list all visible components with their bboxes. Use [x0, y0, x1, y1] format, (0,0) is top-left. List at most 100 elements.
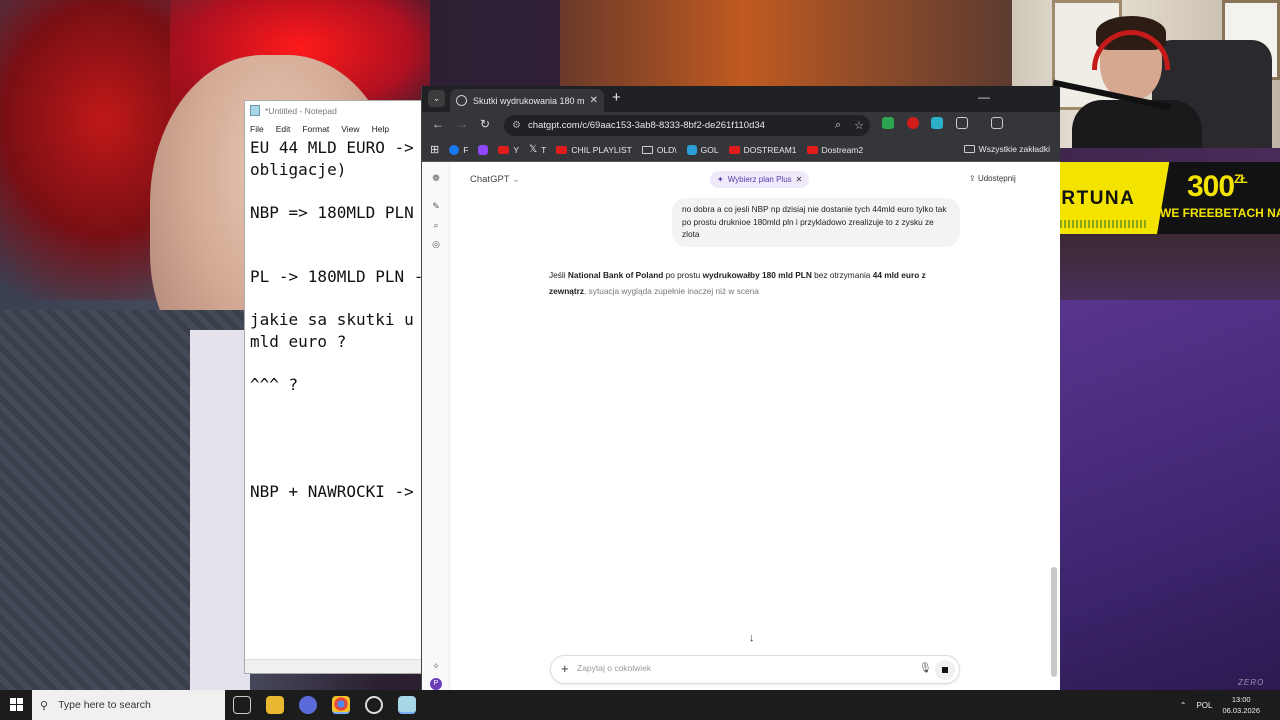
taskbar-search[interactable]: ⚲ Type here to search — [32, 690, 225, 720]
notepad-taskbar-icon[interactable] — [398, 696, 416, 714]
task-view-icon[interactable] — [233, 696, 251, 714]
clock-time: 13:00 — [1231, 695, 1251, 704]
notepad-titlebar[interactable]: *Untitled - Notepad — [245, 101, 423, 120]
chevron-down-icon: ⌄ — [512, 174, 521, 185]
upgrade-plan-button[interactable]: ✦ Wybierz plan Plus ✕ — [710, 171, 810, 188]
tab-chatgpt[interactable]: Skutki wydrukowania 180 mld z ✕ — [450, 89, 604, 112]
translate-extension-icon[interactable] — [931, 117, 943, 129]
bookmark-chil-playlist[interactable]: CHIL PLAYLIST — [556, 145, 632, 155]
search-icon[interactable]: ⌕ — [430, 219, 442, 231]
bookmark-twitch[interactable] — [478, 144, 489, 155]
promo-text: WE FREEBETACH NA STAR — [1160, 206, 1280, 220]
bookmark-dostream1[interactable]: DOSTREAM1 — [728, 145, 797, 155]
bookmark-folder-old[interactable]: OLD\ — [641, 145, 677, 155]
discord-icon[interactable] — [299, 696, 317, 714]
reload-icon[interactable]: ↻ — [480, 117, 490, 131]
close-icon[interactable]: ✕ — [796, 175, 803, 184]
minimize-button[interactable]: — — [978, 90, 990, 104]
reading-list-icon[interactable] — [991, 117, 1003, 129]
bookmark-star-icon[interactable]: ☆ — [854, 119, 864, 132]
youtube-icon — [806, 145, 818, 154]
chevron-up-icon[interactable]: ⌃ — [1180, 701, 1187, 710]
notepad-icon — [250, 105, 260, 116]
assistant-message: Jeśli National Bank of Poland po prostu … — [549, 270, 926, 296]
host-suit — [1058, 300, 1280, 690]
menu-file[interactable]: File — [250, 124, 264, 134]
language-indicator[interactable]: POL — [1196, 701, 1212, 710]
bookmark-y[interactable]: Y — [498, 145, 519, 155]
stop-generating-button[interactable] — [935, 660, 955, 680]
close-tab-icon[interactable]: ✕ — [590, 95, 598, 106]
host-background — [1058, 230, 1280, 310]
chatgpt-favicon-icon — [456, 95, 467, 106]
extensions-puzzle-icon[interactable] — [956, 117, 968, 129]
chat-input[interactable] — [577, 663, 877, 673]
windows-start-icon[interactable] — [10, 698, 23, 711]
system-tray: ⌃ POL 13:00 06.03.2026 — [1180, 690, 1280, 720]
chatgpt-sidebar-rail: ❁ ✎ ⌕ ◎ ✧ P — [422, 162, 450, 692]
facebook-icon — [449, 144, 460, 155]
bookmark-f[interactable]: F — [449, 144, 468, 155]
openai-logo-icon[interactable]: ❁ — [430, 172, 442, 184]
bookmark-gol[interactable]: GOL — [686, 144, 719, 155]
attach-plus-icon[interactable]: + — [561, 661, 569, 676]
back-icon[interactable]: ← — [432, 117, 444, 131]
avatar[interactable]: P — [430, 678, 442, 690]
menu-format[interactable]: Format — [302, 124, 329, 134]
youtube-icon — [728, 145, 740, 154]
record-extension-icon[interactable] — [907, 117, 919, 129]
scroll-down-arrow-icon[interactable]: ↓ — [749, 632, 755, 644]
page-scrollbar[interactable] — [1051, 567, 1057, 677]
apps-grid-icon[interactable]: ⊞ — [430, 143, 439, 156]
user-message: no dobra a co jesli NBP np dzisiaj nie d… — [672, 198, 960, 247]
search-icon: ⚲ — [40, 699, 49, 712]
notepad-text-area[interactable]: EU 44 MLD EURO -> obligacje) NBP => 180M… — [245, 137, 423, 503]
model-selector[interactable]: ChatGPT ⌄ — [470, 174, 520, 185]
menu-edit[interactable]: Edit — [276, 124, 291, 134]
zoom-icon[interactable]: ⌕ — [835, 119, 841, 132]
browser-window: ⌄ Skutki wydrukowania 180 mld z ✕ + — ← … — [421, 86, 1060, 692]
folder-icon — [963, 145, 975, 153]
streamer-body — [1072, 100, 1202, 148]
notepad-window: *Untitled - Notepad File Edit Format Vie… — [244, 100, 424, 674]
sponsor-banner: FORTUNA 300ZŁ WE FREEBETACH NA STAR — [1022, 162, 1280, 234]
tab-strip: ⌄ Skutki wydrukowania 180 mld z ✕ + — — [422, 86, 1060, 112]
twitch-icon — [478, 144, 489, 155]
shield-extension-icon[interactable] — [882, 117, 894, 129]
url-text[interactable]: chatgpt.com/c/69aac153-3ab8-8333-8bf2-de… — [528, 120, 828, 131]
library-icon[interactable]: ◎ — [430, 238, 442, 250]
youtube-icon — [498, 145, 510, 154]
microphone-icon[interactable]: 🎙 — [919, 663, 932, 674]
file-explorer-icon[interactable] — [266, 696, 284, 714]
forward-icon[interactable]: → — [456, 117, 468, 131]
new-tab-button[interactable]: + — [612, 89, 621, 106]
share-icon: ⇪ — [969, 174, 976, 183]
obs-icon[interactable] — [365, 696, 383, 714]
bookmark-t[interactable]: 𝕏T — [529, 144, 546, 155]
sparkle-icon[interactable]: ✧ — [430, 660, 442, 672]
menu-view[interactable]: View — [341, 124, 359, 134]
tab-search-icon[interactable]: ⌄ — [428, 90, 445, 107]
bookmarks-bar: ⊞ F Y 𝕏T CHIL PLAYLIST OLD\ GOL DOSTREAM… — [422, 138, 1060, 162]
windows-taskbar: ⚲ Type here to search ⌃ POL 13:00 06.03.… — [0, 690, 1280, 720]
toolbar: ← → ↻ ⚙ chatgpt.com/c/69aac153-3ab8-8333… — [422, 112, 1060, 138]
clock[interactable]: 13:00 06.03.2026 — [1222, 694, 1260, 716]
new-chat-icon[interactable]: ✎ — [430, 200, 442, 212]
chrome-icon[interactable] — [332, 696, 350, 714]
plus-sparkle-icon: ✦ — [717, 175, 724, 184]
studio-backdrop — [560, 0, 1020, 90]
promo-amount: 300ZŁ — [1187, 170, 1248, 203]
x-icon: 𝕏 — [529, 144, 538, 155]
address-bar[interactable]: ⚙ chatgpt.com/c/69aac153-3ab8-8333-8bf2-… — [504, 115, 870, 136]
share-button[interactable]: ⇪ Udostępnij — [969, 174, 1016, 183]
menu-help[interactable]: Help — [372, 124, 389, 134]
site-info-icon[interactable]: ⚙ — [512, 120, 521, 131]
all-bookmarks-folder[interactable]: Wszystkie zakładki — [963, 144, 1050, 154]
notepad-menubar: File Edit Format View Help — [245, 120, 423, 137]
folder-icon — [641, 145, 653, 154]
bookmark-dostream2[interactable]: Dostream2 — [806, 145, 863, 155]
taskbar-search-placeholder: Type here to search — [58, 699, 151, 711]
chat-composer: + 🎙 — [550, 655, 960, 684]
channel-watermark: ZERO — [1238, 678, 1265, 687]
notepad-title: *Untitled - Notepad — [265, 105, 337, 116]
